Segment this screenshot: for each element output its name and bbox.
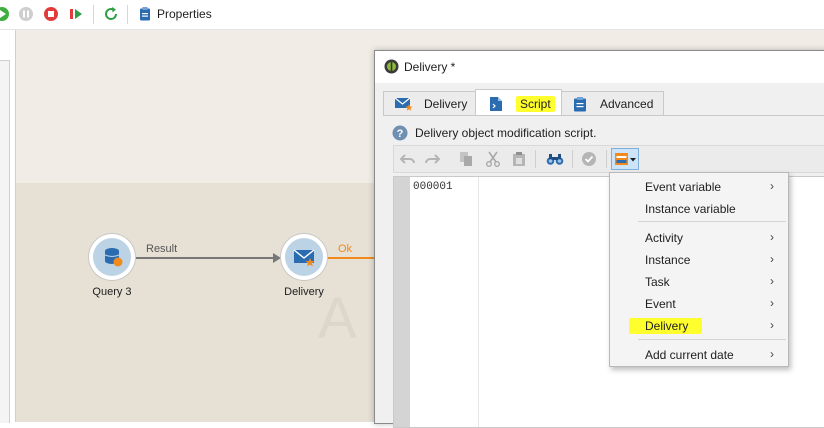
database-icon	[102, 246, 124, 271]
script-document-icon	[489, 96, 503, 115]
help-icon: ?	[392, 125, 408, 144]
menu-item-task[interactable]: Task ›	[610, 270, 788, 292]
envelope-star-icon	[394, 96, 414, 115]
main-toolbar: Properties	[0, 0, 824, 30]
line-number: 000001	[413, 181, 453, 193]
clipboard-icon	[572, 96, 588, 115]
menu-item-add-current-date[interactable]: Add current date ›	[610, 343, 788, 365]
menu-item-delivery[interactable]: Delivery ›	[610, 314, 788, 336]
properties-icon[interactable]	[137, 6, 153, 22]
submenu-arrow-icon: ›	[770, 179, 774, 193]
menu-item-label: Delivery	[629, 318, 703, 334]
submenu-arrow-icon: ›	[770, 318, 774, 332]
paste-icon[interactable]	[511, 151, 527, 167]
toolbar-separator	[606, 150, 607, 168]
refresh-icon[interactable]	[103, 6, 119, 22]
editor-gutter	[394, 177, 410, 427]
dialog-title: Delivery *	[404, 60, 456, 74]
menu-item-label: Instance	[645, 253, 691, 267]
delivery-node[interactable]	[281, 234, 327, 280]
query-node-icon-bg	[93, 238, 131, 276]
menu-item-instance-variable[interactable]: Instance variable	[610, 197, 788, 219]
toolbar-separator	[535, 150, 536, 168]
menu-item-label: Activity	[645, 231, 684, 245]
redo-icon[interactable]	[424, 151, 441, 167]
explorer-panel-strip	[0, 60, 10, 423]
menu-item-event-variable[interactable]: Event variable ›	[610, 175, 788, 197]
dialog-title-bar[interactable]: Delivery *	[375, 51, 824, 83]
script-description: Delivery object modification script.	[415, 126, 597, 140]
query-node[interactable]	[89, 234, 135, 280]
menu-item-label: Event variable	[645, 180, 722, 194]
start-icon[interactable]	[0, 6, 10, 22]
submenu-arrow-icon: ›	[770, 230, 774, 244]
undo-icon[interactable]	[399, 151, 416, 167]
insert-field-menu: Event variable › Instance variable Activ…	[609, 172, 789, 367]
tab-script-label: Script	[516, 96, 555, 112]
menu-separator	[638, 339, 786, 340]
menu-item-label: Instance variable	[645, 202, 736, 216]
envelope-star-icon	[293, 248, 317, 271]
delivery-node-icon-bg	[285, 238, 323, 276]
toolbar-separator	[572, 150, 573, 168]
tab-advanced[interactable]: Advanced	[561, 91, 664, 116]
resume-icon[interactable]	[68, 6, 84, 22]
tab-strip-border	[383, 115, 824, 116]
line-number-divider	[478, 177, 479, 427]
menu-item-label: Event	[645, 297, 676, 311]
delivery-node-label: Delivery	[284, 286, 324, 298]
cut-icon[interactable]	[485, 151, 501, 167]
submenu-arrow-icon: ›	[770, 347, 774, 361]
menu-item-instance[interactable]: Instance ›	[610, 248, 788, 270]
app-logo-icon	[384, 59, 399, 77]
validate-icon[interactable]	[581, 151, 597, 167]
insert-field-icon	[614, 151, 638, 170]
submenu-arrow-icon: ›	[770, 274, 774, 288]
insert-field-button[interactable]	[611, 148, 639, 170]
properties-button-label[interactable]: Properties	[157, 7, 212, 21]
menu-separator	[638, 221, 786, 222]
tab-advanced-label: Advanced	[600, 97, 654, 111]
svg-text:?: ?	[397, 128, 404, 140]
transition-label-ok: Ok	[338, 243, 353, 255]
toolbar-separator	[127, 5, 128, 24]
transition-label-result: Result	[146, 243, 178, 255]
stop-icon[interactable]	[43, 6, 59, 22]
toolbar-separator	[93, 5, 94, 24]
menu-item-event[interactable]: Event ›	[610, 292, 788, 314]
query-node-label: Query 3	[92, 286, 132, 298]
submenu-arrow-icon: ›	[770, 296, 774, 310]
tab-delivery-label: Delivery	[424, 97, 468, 111]
menu-item-activity[interactable]: Activity ›	[610, 226, 788, 248]
editor-toolbar	[393, 145, 824, 173]
submenu-arrow-icon: ›	[770, 252, 774, 266]
pause-icon[interactable]	[18, 6, 34, 22]
find-icon[interactable]	[546, 151, 564, 167]
menu-item-label: Task	[645, 275, 670, 289]
copy-icon[interactable]	[458, 151, 474, 167]
tab-script[interactable]: Script	[475, 89, 562, 116]
menu-item-label: Add current date	[645, 348, 734, 362]
tab-delivery[interactable]: Delivery	[383, 91, 476, 116]
